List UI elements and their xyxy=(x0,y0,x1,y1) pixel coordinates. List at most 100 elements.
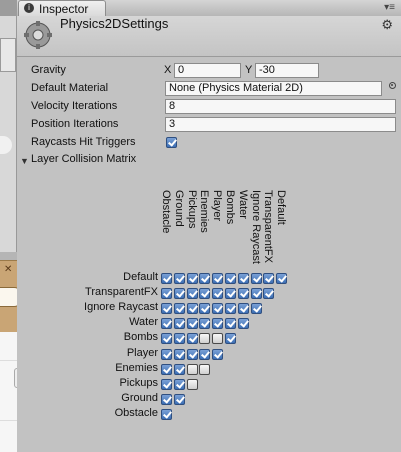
strip-panel xyxy=(0,16,17,252)
matrix-checkbox[interactable] xyxy=(161,288,172,300)
matrix-checkbox[interactable] xyxy=(161,348,172,360)
gravity-y-label: Y xyxy=(245,64,253,76)
matrix-column-label: Player xyxy=(211,190,224,222)
gravity-x-label: X xyxy=(164,64,172,76)
matrix-checkbox[interactable] xyxy=(212,348,224,360)
matrix-checkbox[interactable] xyxy=(186,318,198,330)
matrix-checkbox[interactable] xyxy=(161,408,172,420)
matrix-checkbox[interactable] xyxy=(212,273,224,284)
matrix-column-label: Default xyxy=(275,190,288,225)
matrix-checkbox[interactable] xyxy=(263,273,275,284)
matrix-checkbox[interactable] xyxy=(237,288,249,300)
cloud-icon xyxy=(0,136,12,154)
matrix-checkbox[interactable] xyxy=(173,273,185,284)
matrix-checkbox[interactable] xyxy=(225,303,236,315)
matrix-checkbox[interactable] xyxy=(225,333,236,345)
raycasts-hit-triggers-checkbox[interactable] xyxy=(166,137,177,148)
matrix-row-label: TransparentFX xyxy=(85,286,158,299)
matrix-checkbox[interactable] xyxy=(186,273,198,284)
matrix-checkbox[interactable] xyxy=(199,318,211,330)
matrix-checkbox[interactable] xyxy=(186,363,198,375)
matrix-checkbox[interactable] xyxy=(199,288,211,300)
tab-inspector[interactable]: i Inspector xyxy=(18,0,106,16)
settings-gear-icon xyxy=(24,21,52,49)
matrix-column-label: Water xyxy=(236,190,249,219)
matrix-checkbox[interactable] xyxy=(276,273,288,284)
foldout-arrow-icon[interactable]: ▼ xyxy=(20,156,29,166)
matrix-row-label: Water xyxy=(129,316,158,329)
matrix-row-label: Bombs xyxy=(123,331,158,344)
matrix-column-label: Enemies xyxy=(198,190,211,233)
matrix-checkbox[interactable] xyxy=(199,348,211,360)
matrix-checkbox[interactable] xyxy=(161,393,172,405)
matrix-checkbox[interactable] xyxy=(186,378,198,390)
position-iterations-field[interactable]: 3 xyxy=(165,117,396,132)
matrix-checkbox[interactable] xyxy=(186,303,198,315)
default-material-field[interactable]: None (Physics Material 2D) xyxy=(165,81,382,96)
asset-title: Physics2DSettings xyxy=(60,16,169,31)
matrix-checkbox[interactable] xyxy=(225,318,236,330)
matrix-checkbox[interactable] xyxy=(173,288,185,300)
matrix-checkbox[interactable] xyxy=(173,363,185,375)
matrix-column-label: Pickups xyxy=(185,190,198,229)
matrix-checkbox[interactable] xyxy=(212,318,224,330)
velocity-iterations-field[interactable]: 8 xyxy=(165,99,396,114)
dropdown-lines-icon[interactable]: ▾≡ xyxy=(384,2,395,13)
matrix-checkbox[interactable] xyxy=(173,348,185,360)
matrix-row-label: Ignore Raycast xyxy=(84,301,158,314)
matrix-checkbox[interactable] xyxy=(186,348,198,360)
matrix-checkbox[interactable] xyxy=(173,333,185,345)
matrix-checkbox[interactable] xyxy=(212,303,224,315)
matrix-checkbox[interactable] xyxy=(263,288,275,300)
matrix-checkbox[interactable] xyxy=(186,333,198,345)
matrix-checkbox[interactable] xyxy=(250,303,262,315)
default-material-label: Default Material xyxy=(31,82,109,94)
matrix-row-label: Obstacle xyxy=(114,406,158,419)
object-picker-icon[interactable] xyxy=(389,82,396,89)
gear-menu-icon[interactable]: ⚙ xyxy=(381,17,393,33)
gravity-label: Gravity xyxy=(31,64,66,76)
matrix-checkbox[interactable] xyxy=(199,363,211,375)
matrix-checkbox[interactable] xyxy=(161,333,172,345)
info-icon: i xyxy=(24,3,34,13)
matrix-checkbox[interactable] xyxy=(199,273,211,284)
position-iterations-label: Position Iterations xyxy=(31,118,119,130)
matrix-checkbox[interactable] xyxy=(250,273,262,284)
inspector-panel: i Inspector ▾≡ Physics2DSettings ⚙ Gravi… xyxy=(17,0,401,452)
matrix-checkbox[interactable] xyxy=(186,288,198,300)
window-close-icon[interactable]: ✕ xyxy=(4,265,14,275)
matrix-column-label: Ignore Raycast xyxy=(249,190,262,264)
raycasts-hit-triggers-label: Raycasts Hit Triggers xyxy=(31,136,136,148)
matrix-checkbox[interactable] xyxy=(161,303,172,315)
matrix-row-label: Player xyxy=(126,346,158,359)
matrix-checkbox[interactable] xyxy=(199,303,211,315)
matrix-checkbox[interactable] xyxy=(225,273,236,284)
matrix-checkbox[interactable] xyxy=(161,318,172,330)
matrix-column-label: TransparentFX xyxy=(262,190,275,263)
asset-header: Physics2DSettings ⚙ xyxy=(17,16,401,57)
matrix-checkbox[interactable] xyxy=(250,288,262,300)
matrix-checkbox[interactable] xyxy=(237,273,249,284)
matrix-checkbox[interactable] xyxy=(173,393,185,405)
matrix-row-label: Enemies xyxy=(115,361,158,374)
matrix-checkbox[interactable] xyxy=(161,378,172,390)
matrix-checkbox[interactable] xyxy=(225,288,236,300)
matrix-checkbox[interactable] xyxy=(212,333,224,345)
matrix-column-label: Bombs xyxy=(224,190,236,225)
strip-toolbar xyxy=(0,38,16,72)
gravity-x-field[interactable]: 0 xyxy=(174,63,241,78)
matrix-column-label: Obstacle xyxy=(160,190,172,234)
inspector-tabbar: i Inspector ▾≡ xyxy=(17,0,401,17)
matrix-checkbox[interactable] xyxy=(212,288,224,300)
matrix-checkbox[interactable] xyxy=(173,378,185,390)
matrix-checkbox[interactable] xyxy=(199,333,211,345)
gravity-y-field[interactable]: -30 xyxy=(255,63,319,78)
matrix-checkbox[interactable] xyxy=(161,273,172,284)
matrix-checkbox[interactable] xyxy=(237,318,249,330)
matrix-checkbox[interactable] xyxy=(237,303,249,315)
matrix-checkbox[interactable] xyxy=(173,303,185,315)
tab-label: Inspector xyxy=(39,2,89,16)
matrix-row-label: Ground xyxy=(121,391,158,404)
matrix-checkbox[interactable] xyxy=(173,318,185,330)
matrix-checkbox[interactable] xyxy=(161,363,172,375)
